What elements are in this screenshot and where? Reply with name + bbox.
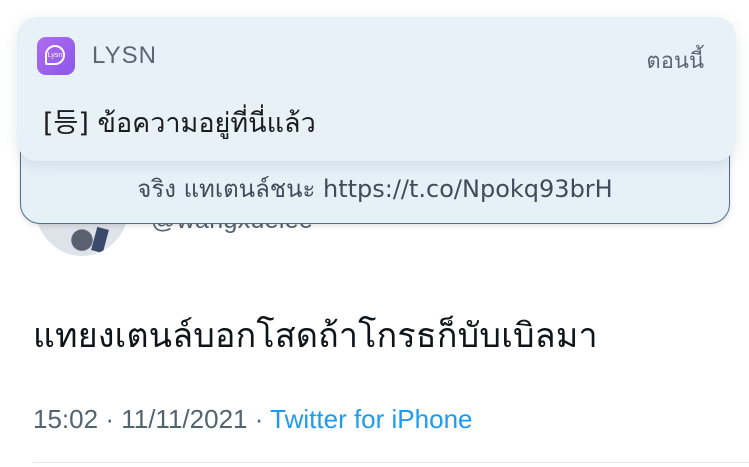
- tweet-date: 11/11/2021: [121, 404, 248, 434]
- meta-separator: ·: [254, 404, 264, 434]
- avatar-detail: [91, 226, 109, 254]
- notification-message: [등] ข้อความอยู่ที่นี่แล้ว: [43, 108, 316, 139]
- tweet-time: 15:02: [33, 404, 99, 434]
- divider: [33, 462, 749, 463]
- tweet-meta: 15:02 · 11/11/2021 · Twitter for iPhone: [33, 404, 472, 435]
- tweet-text: แทยงเตนล์บอกโสดถ้าโกรธก็บับเบิลมา: [33, 316, 598, 356]
- notification-preview: จริง แทเตนล์ชนะ https://t.co/Npokq93brH: [137, 175, 613, 203]
- tweet-source-link[interactable]: Twitter for iPhone: [270, 404, 472, 434]
- app-name: LYSN: [92, 42, 157, 69]
- notification-time: ตอนนี้: [646, 49, 704, 74]
- meta-separator: ·: [105, 404, 114, 434]
- lysn-app-icon: Lysn: [37, 37, 75, 75]
- chat-bubble-icon: Lysn: [45, 45, 65, 65]
- notification-banner[interactable]: Lysn LYSN ตอนนี้ [등] ข้อความอยู่ที่นี่แล…: [17, 17, 736, 161]
